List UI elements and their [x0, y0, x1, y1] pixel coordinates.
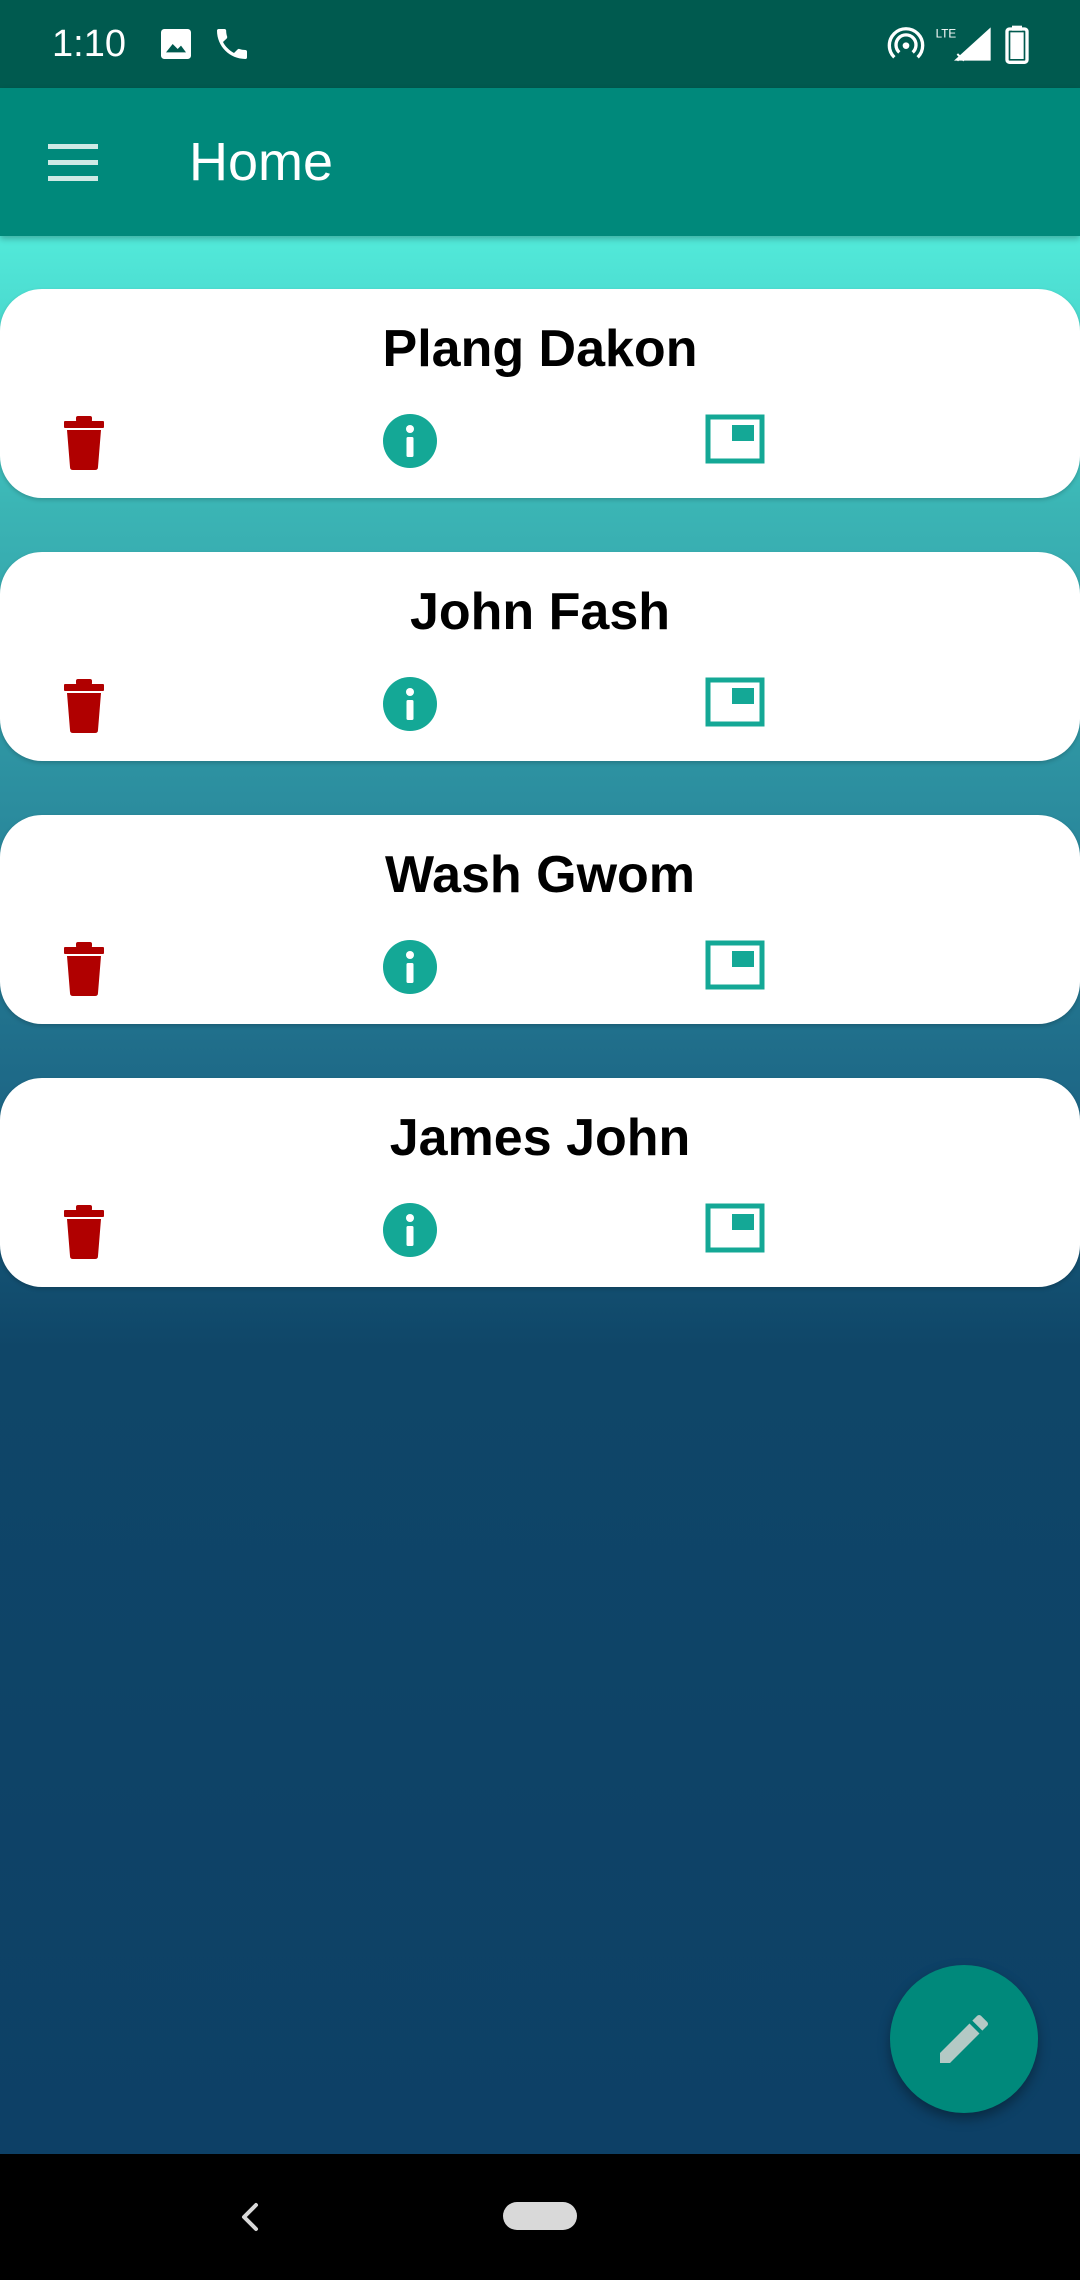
menu-button[interactable] — [36, 126, 108, 198]
info-icon — [383, 1203, 437, 1257]
info-icon — [383, 414, 437, 468]
back-chevron-icon — [242, 2203, 258, 2231]
delete-button[interactable] — [52, 1198, 116, 1262]
view-button[interactable] — [704, 1198, 768, 1262]
view-button[interactable] — [704, 935, 768, 999]
contact-card[interactable]: James John — [0, 1078, 1080, 1287]
picture-in-picture-icon — [705, 414, 765, 464]
contact-list: Plang Dakon John Fash Wash Gwom James Jo… — [0, 236, 1080, 2154]
phone-icon — [212, 24, 252, 64]
trash-icon — [64, 1205, 104, 1259]
info-icon — [383, 677, 437, 731]
app-bar: Home — [0, 88, 1080, 236]
home-pill-button[interactable] — [503, 2202, 577, 2230]
view-button[interactable] — [704, 409, 768, 473]
trash-icon — [64, 416, 104, 470]
page-title: Home — [189, 132, 334, 192]
picture-in-picture-icon — [705, 1203, 765, 1253]
delete-button[interactable] — [52, 672, 116, 736]
status-bar: 1:10 LTE — [0, 0, 1080, 88]
battery-icon — [1002, 24, 1032, 64]
image-icon — [156, 24, 196, 64]
contact-card[interactable]: Wash Gwom — [0, 815, 1080, 1024]
pencil-icon — [940, 2014, 989, 2063]
navigation-bar — [0, 2154, 1080, 2280]
contact-card[interactable]: John Fash — [0, 552, 1080, 761]
contact-name: James John — [389, 1109, 691, 1167]
menu-icon — [48, 144, 98, 181]
picture-in-picture-icon — [705, 940, 765, 990]
back-button[interactable] — [222, 2189, 278, 2245]
contact-name: John Fash — [409, 583, 671, 641]
lte-label: LTE — [936, 27, 957, 40]
lte-signal-icon: LTE — [934, 24, 994, 64]
contact-name: Plang Dakon — [382, 320, 698, 378]
contact-card[interactable]: Plang Dakon — [0, 289, 1080, 498]
info-button[interactable] — [378, 935, 442, 999]
picture-in-picture-icon — [705, 677, 765, 727]
info-button[interactable] — [378, 1198, 442, 1262]
edit-fab-button[interactable] — [890, 1965, 1038, 2113]
info-button[interactable] — [378, 672, 442, 736]
contact-name: Wash Gwom — [384, 846, 696, 904]
info-button[interactable] — [378, 409, 442, 473]
view-button[interactable] — [704, 672, 768, 736]
status-time: 1:10 — [52, 23, 126, 65]
hotspot-icon — [886, 24, 926, 64]
trash-icon — [64, 942, 104, 996]
info-icon — [383, 940, 437, 994]
delete-button[interactable] — [52, 935, 116, 999]
trash-icon — [64, 679, 104, 733]
delete-button[interactable] — [52, 409, 116, 473]
